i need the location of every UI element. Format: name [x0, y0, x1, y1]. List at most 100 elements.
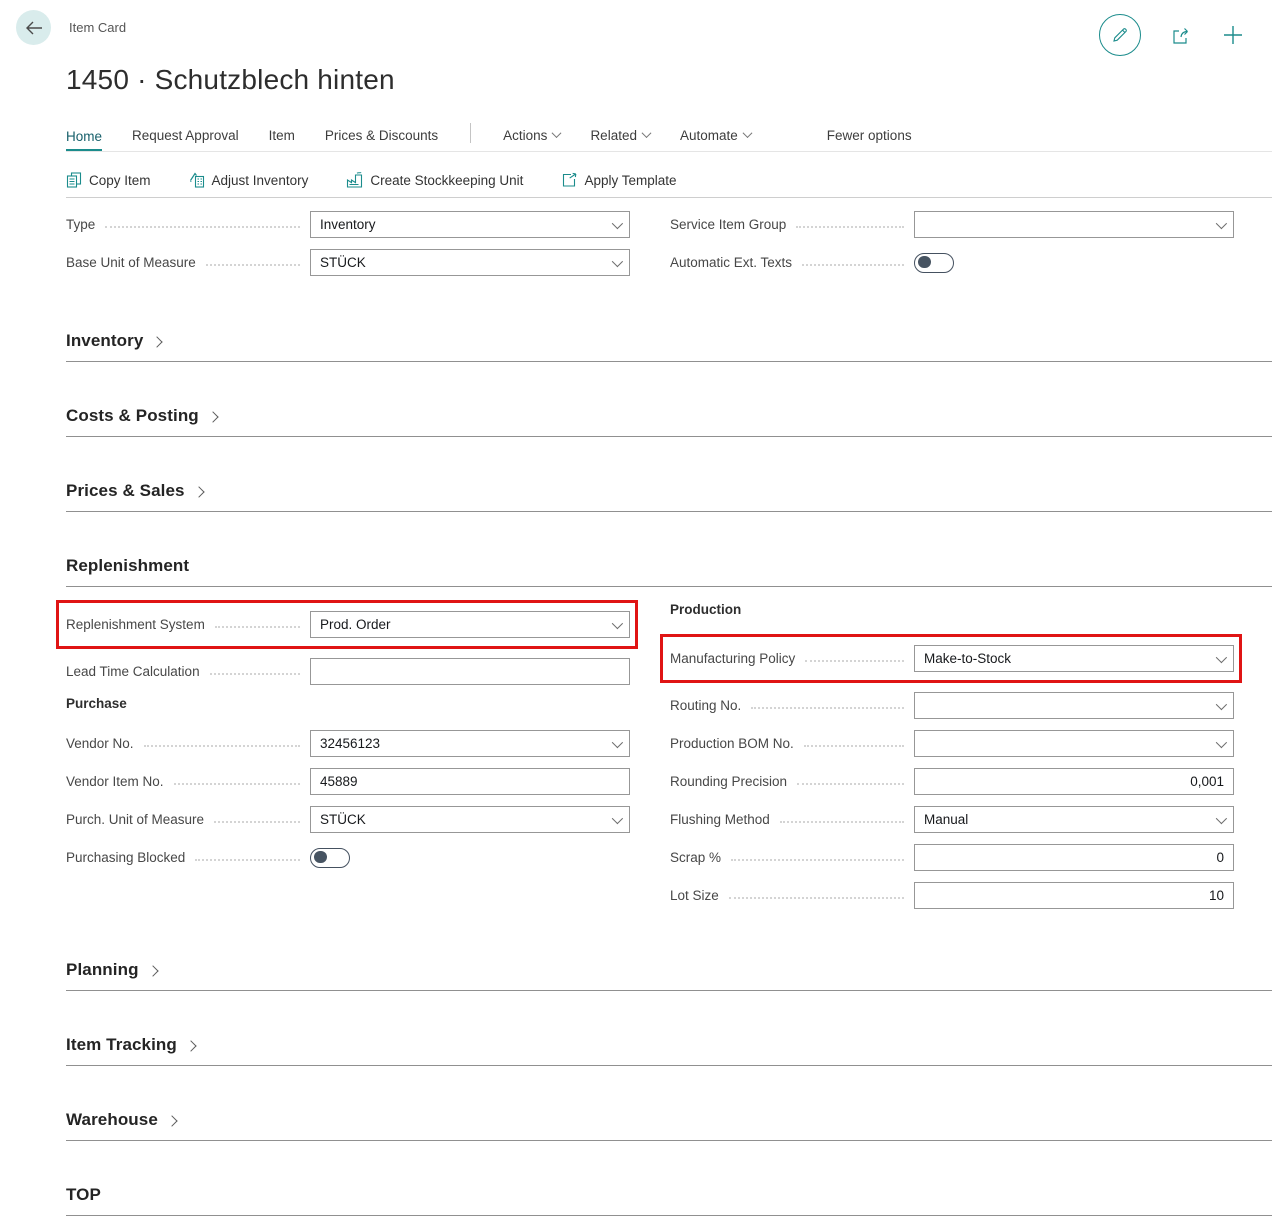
field-lot-size: Lot Size 10 — [670, 882, 1234, 909]
building-edit-icon — [189, 172, 205, 188]
chevron-down-icon — [612, 255, 623, 266]
highlight-box-manufacturing-policy: Manufacturing Policy Make-to-Stock — [660, 634, 1242, 683]
chevron-down-icon — [642, 128, 652, 138]
chevron-down-icon — [1216, 736, 1227, 747]
purchase-subheader: Purchase — [66, 696, 630, 714]
flushing-method-select[interactable]: Manual — [914, 806, 1234, 833]
rounding-precision-input[interactable]: 0,001 — [914, 768, 1234, 795]
field-label: Manufacturing Policy — [670, 651, 795, 666]
dotted-leader — [214, 821, 300, 823]
breadcrumb: Item Card — [69, 20, 126, 35]
field-label: Base Unit of Measure — [66, 255, 196, 270]
vendor-item-no-input[interactable]: 45889 — [310, 768, 630, 795]
toggle-knob — [314, 851, 327, 864]
chevron-down-icon — [1216, 651, 1227, 662]
field-vendor-no: Vendor No. 32456123 — [66, 730, 630, 757]
field-label: Lot Size — [670, 888, 719, 903]
field-label: Production BOM No. — [670, 736, 794, 751]
field-routing-no: Routing No. — [670, 692, 1234, 719]
service-item-group-select[interactable] — [914, 211, 1234, 238]
page-title: 1450 · Schutzblech hinten — [66, 64, 1272, 96]
section-replenishment[interactable]: Replenishment — [66, 556, 1272, 587]
page-header: Item Card — [0, 0, 1272, 56]
field-replenishment-system: Replenishment System Prod. Order — [66, 611, 630, 638]
section-warehouse[interactable]: Warehouse — [66, 1110, 1272, 1141]
tab-prices-discounts[interactable]: Prices & Discounts — [325, 128, 438, 151]
field-type: Type Inventory — [66, 211, 630, 238]
field-label: Scrap % — [670, 850, 721, 865]
chevron-down-icon — [612, 617, 623, 628]
dotted-leader — [729, 897, 904, 899]
base-unit-of-measure-select[interactable]: STÜCK — [310, 249, 630, 276]
section-item-tracking[interactable]: Item Tracking — [66, 1035, 1272, 1066]
edit-button[interactable] — [1099, 14, 1141, 56]
menu-actions[interactable]: Actions — [503, 128, 560, 151]
share-button[interactable] — [1171, 26, 1192, 45]
replenishment-system-select[interactable]: Prod. Order — [310, 611, 630, 638]
chevron-down-icon — [1216, 217, 1227, 228]
add-button[interactable] — [1222, 24, 1244, 46]
section-top[interactable]: TOP — [66, 1185, 1272, 1216]
section-planning[interactable]: Planning — [66, 960, 1272, 991]
dotted-leader — [797, 783, 904, 785]
action-toolbar: Copy Item Adjust Inventory Create Stockk… — [66, 163, 1272, 197]
chevron-down-icon — [612, 812, 623, 823]
tab-item[interactable]: Item — [269, 128, 295, 151]
section-prices-sales[interactable]: Prices & Sales — [66, 481, 1272, 512]
section-inventory[interactable]: Inventory — [66, 331, 1272, 362]
dotted-leader — [210, 673, 300, 675]
field-production-bom-no: Production BOM No. — [670, 730, 1234, 757]
copy-item-button[interactable]: Copy Item — [66, 172, 151, 188]
dotted-leader — [804, 745, 904, 747]
field-label: Flushing Method — [670, 812, 770, 827]
type-select[interactable]: Inventory — [310, 211, 630, 238]
lead-time-calculation-input[interactable] — [310, 658, 630, 685]
dotted-leader — [206, 264, 300, 266]
production-bom-no-select[interactable] — [914, 730, 1234, 757]
dotted-leader — [105, 226, 300, 228]
chevron-right-icon — [166, 1115, 177, 1126]
tab-bar: Home Request Approval Item Prices & Disc… — [66, 122, 1272, 152]
field-label: Automatic Ext. Texts — [670, 255, 792, 270]
back-button[interactable] — [16, 10, 51, 45]
dotted-leader — [195, 859, 300, 861]
dotted-leader — [751, 707, 904, 709]
tab-request-approval[interactable]: Request Approval — [132, 128, 239, 151]
dotted-leader — [780, 821, 904, 823]
vendor-no-select[interactable]: 32456123 — [310, 730, 630, 757]
chevron-right-icon — [207, 411, 218, 422]
field-flushing-method: Flushing Method Manual — [670, 806, 1234, 833]
field-rounding-precision: Rounding Precision 0,001 — [670, 768, 1234, 795]
tab-divider — [470, 123, 471, 143]
pencil-icon — [1111, 26, 1129, 44]
adjust-inventory-button[interactable]: Adjust Inventory — [189, 172, 309, 188]
toggle-slot — [914, 253, 1234, 273]
chevron-right-icon — [147, 965, 158, 976]
routing-no-select[interactable] — [914, 692, 1234, 719]
lot-size-input[interactable]: 10 — [914, 882, 1234, 909]
field-purchasing-blocked: Purchasing Blocked — [66, 844, 630, 871]
menu-related[interactable]: Related — [590, 128, 650, 151]
field-manufacturing-policy: Manufacturing Policy Make-to-Stock — [670, 645, 1234, 672]
purch-unit-of-measure-select[interactable]: STÜCK — [310, 806, 630, 833]
menu-automate[interactable]: Automate — [680, 128, 751, 151]
tab-home[interactable]: Home — [66, 129, 102, 152]
production-subheader: Production — [670, 602, 1234, 620]
header-actions — [1099, 10, 1254, 56]
field-label: Rounding Precision — [670, 774, 787, 789]
purchasing-blocked-toggle[interactable] — [310, 848, 350, 868]
apply-template-button[interactable]: Apply Template — [561, 172, 676, 188]
replenishment-fields: Replenishment System Prod. Order Lead Ti… — [66, 602, 1234, 920]
dotted-leader — [174, 783, 300, 785]
fewer-options-button[interactable]: Fewer options — [827, 128, 912, 151]
field-label: Vendor Item No. — [66, 774, 164, 789]
create-stockkeeping-unit-button[interactable]: Create Stockkeeping Unit — [346, 172, 523, 188]
field-lead-time-calculation: Lead Time Calculation — [66, 658, 630, 685]
automatic-ext-texts-toggle[interactable] — [914, 253, 954, 273]
field-label: Type — [66, 217, 95, 232]
manufacturing-policy-select[interactable]: Make-to-Stock — [914, 645, 1234, 672]
section-costs-posting[interactable]: Costs & Posting — [66, 406, 1272, 437]
scrap-pct-input[interactable]: 0 — [914, 844, 1234, 871]
field-service-item-group: Service Item Group — [670, 211, 1234, 238]
toggle-knob — [918, 256, 931, 269]
